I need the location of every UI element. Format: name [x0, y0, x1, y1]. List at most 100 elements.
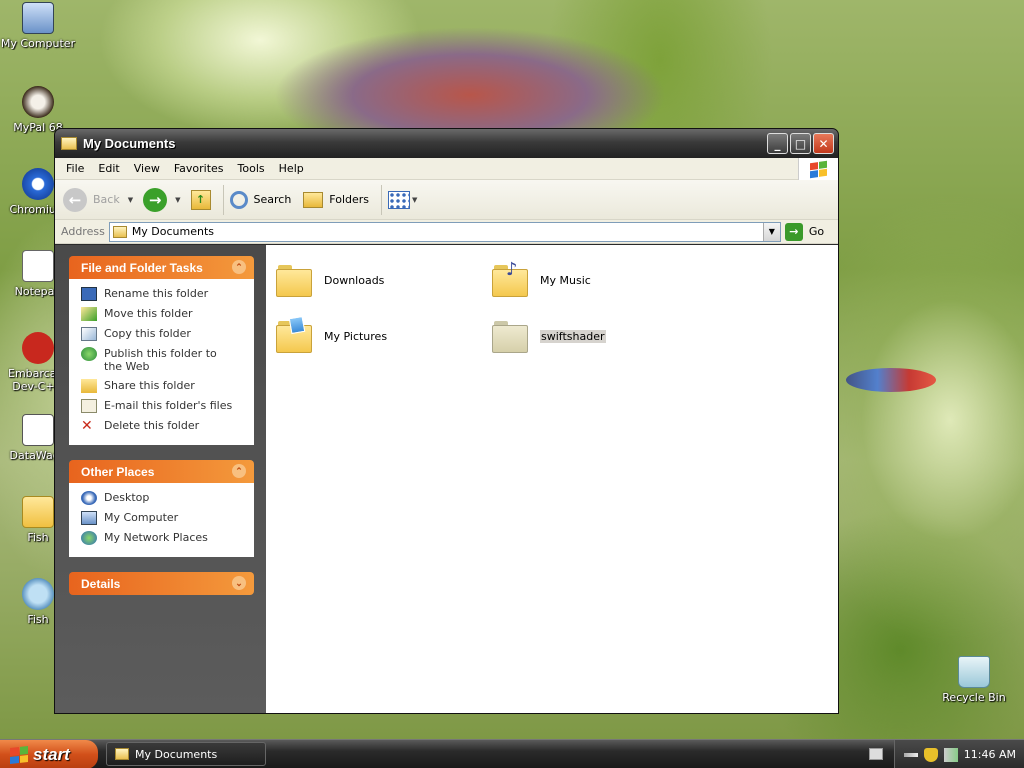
forward-button[interactable]: → ▼ [143, 187, 184, 212]
network-icon[interactable] [903, 752, 918, 757]
my-computer-icon [22, 2, 54, 34]
up-folder-button[interactable]: ↑ [190, 189, 211, 210]
file-folder-tasks-header[interactable]: File and Folder Tasks ⌃ [69, 256, 254, 279]
copy-icon [81, 327, 97, 341]
task-publish-web[interactable]: Publish this folder to the Web [81, 347, 254, 373]
file-item-my-pictures[interactable]: My Pictures [276, 315, 387, 353]
minimize-button[interactable]: _ [767, 133, 788, 154]
place-label: My Computer [104, 511, 179, 524]
music-folder-icon: ♪ [492, 259, 530, 297]
clock[interactable]: 11:46 AM [964, 748, 1016, 761]
panel-title: File and Folder Tasks [81, 260, 203, 275]
task-label: Rename this folder [104, 287, 209, 300]
up-folder-icon: ↑ [190, 189, 211, 210]
place-label: Desktop [104, 491, 150, 504]
file-name: swiftshader [540, 329, 606, 343]
place-my-computer[interactable]: My Computer [81, 511, 254, 525]
menu-edit[interactable]: Edit [91, 162, 126, 175]
security-shield-icon[interactable] [923, 747, 938, 762]
folders-icon [303, 191, 324, 208]
task-email-files[interactable]: E-mail this folder's files [81, 399, 254, 413]
forward-arrow-icon: → [143, 187, 168, 212]
menu-tools[interactable]: Tools [231, 162, 272, 175]
folder-icon [112, 225, 127, 238]
task-label: Delete this folder [104, 419, 200, 432]
desktop-icon-recycle-bin[interactable]: Recycle Bin [936, 656, 1012, 704]
my-computer-icon [81, 511, 97, 525]
devcpp-icon [22, 332, 54, 364]
task-label: E-mail this folder's files [104, 399, 233, 412]
address-dropdown-button[interactable]: ▼ [762, 222, 780, 241]
file-item-my-music[interactable]: ♪ My Music [492, 259, 591, 297]
task-pane: File and Folder Tasks ⌃ Rename this fold… [55, 245, 266, 713]
datawago-icon [22, 414, 54, 446]
rename-icon [81, 287, 97, 301]
task-copy-folder[interactable]: Copy this folder [81, 327, 254, 341]
file-name: Downloads [324, 273, 385, 287]
volume-icon[interactable] [943, 747, 958, 762]
menu-file[interactable]: File [59, 162, 91, 175]
chevron-down-icon[interactable]: ▼ [128, 196, 133, 204]
task-label: Share this folder [104, 379, 195, 392]
folders-label: Folders [329, 193, 370, 206]
task-delete-folder[interactable]: ✕ Delete this folder [81, 419, 254, 433]
desktop-icon-my-computer[interactable]: My Computer [0, 2, 76, 50]
search-button[interactable]: Search [229, 190, 292, 209]
desktop-icon-label: Recycle Bin [942, 691, 1006, 704]
toolbar: ← Back ▼ → ▼ ↑ Search Folders ▼ [55, 180, 838, 220]
address-bar: Address My Documents ▼ → Go [55, 220, 838, 244]
menu-view[interactable]: View [127, 162, 167, 175]
pictures-folder-icon [276, 315, 314, 353]
file-folder-tasks-list: Rename this folder Move this folder Copy… [69, 279, 254, 445]
task-rename-folder[interactable]: Rename this folder [81, 287, 254, 301]
taskbar-item-label: My Documents [135, 747, 218, 761]
toolbar-separator [222, 184, 224, 215]
move-icon [81, 307, 97, 321]
folders-button[interactable]: Folders [303, 191, 370, 208]
share-icon [81, 379, 97, 393]
maximize-button[interactable]: □ [790, 133, 811, 154]
address-input[interactable]: My Documents ▼ [108, 221, 781, 242]
search-label: Search [253, 193, 292, 206]
window-titlebar[interactable]: My Documents _ □ ✕ [55, 129, 838, 158]
file-item-swiftshader[interactable]: swiftshader [492, 319, 606, 353]
collapse-icon[interactable]: ⌃ [232, 464, 246, 478]
place-my-network-places[interactable]: My Network Places [81, 531, 254, 545]
explorer-window[interactable]: My Documents _ □ ✕ File Edit View Favori… [54, 128, 839, 714]
task-move-folder[interactable]: Move this folder [81, 307, 254, 321]
views-button[interactable]: ▼ [388, 190, 421, 209]
file-item-downloads[interactable]: Downloads [276, 263, 384, 297]
address-label: Address [61, 225, 105, 238]
views-icon [388, 190, 411, 209]
task-label: Publish this folder to the Web [104, 347, 217, 373]
start-button[interactable]: start [0, 740, 98, 768]
desktop-icon-mypal[interactable]: MyPal 68 [0, 86, 76, 134]
details-panel: Details ⌄ [69, 572, 254, 595]
task-share-folder[interactable]: Share this folder [81, 379, 254, 393]
folder-icon [492, 319, 530, 353]
menu-help[interactable]: Help [272, 162, 311, 175]
expand-icon[interactable]: ⌄ [232, 576, 246, 590]
go-button[interactable]: → Go [784, 222, 824, 241]
close-button[interactable]: ✕ [813, 133, 834, 154]
network-places-icon [81, 531, 97, 545]
panel-title: Other Places [81, 464, 155, 479]
task-label: Copy this folder [104, 327, 191, 340]
back-arrow-icon: ← [63, 187, 87, 212]
chevron-down-icon[interactable]: ▼ [175, 196, 180, 204]
taskbar-item-my-documents[interactable]: My Documents [106, 742, 266, 766]
place-desktop[interactable]: Desktop [81, 491, 254, 505]
place-label: My Network Places [104, 531, 208, 544]
start-label: start [33, 744, 70, 764]
details-header[interactable]: Details ⌄ [69, 572, 254, 595]
other-places-header[interactable]: Other Places ⌃ [69, 460, 254, 483]
mypal-icon [22, 86, 54, 118]
task-label: Move this folder [104, 307, 193, 320]
folder-icon [276, 263, 314, 297]
collapse-icon[interactable]: ⌃ [232, 260, 246, 274]
chevron-down-icon[interactable]: ▼ [412, 196, 417, 204]
menu-favorites[interactable]: Favorites [167, 162, 231, 175]
window-title: My Documents [83, 136, 176, 151]
back-button[interactable]: ← Back ▼ [63, 187, 137, 212]
keyboard-icon[interactable] [869, 748, 883, 760]
